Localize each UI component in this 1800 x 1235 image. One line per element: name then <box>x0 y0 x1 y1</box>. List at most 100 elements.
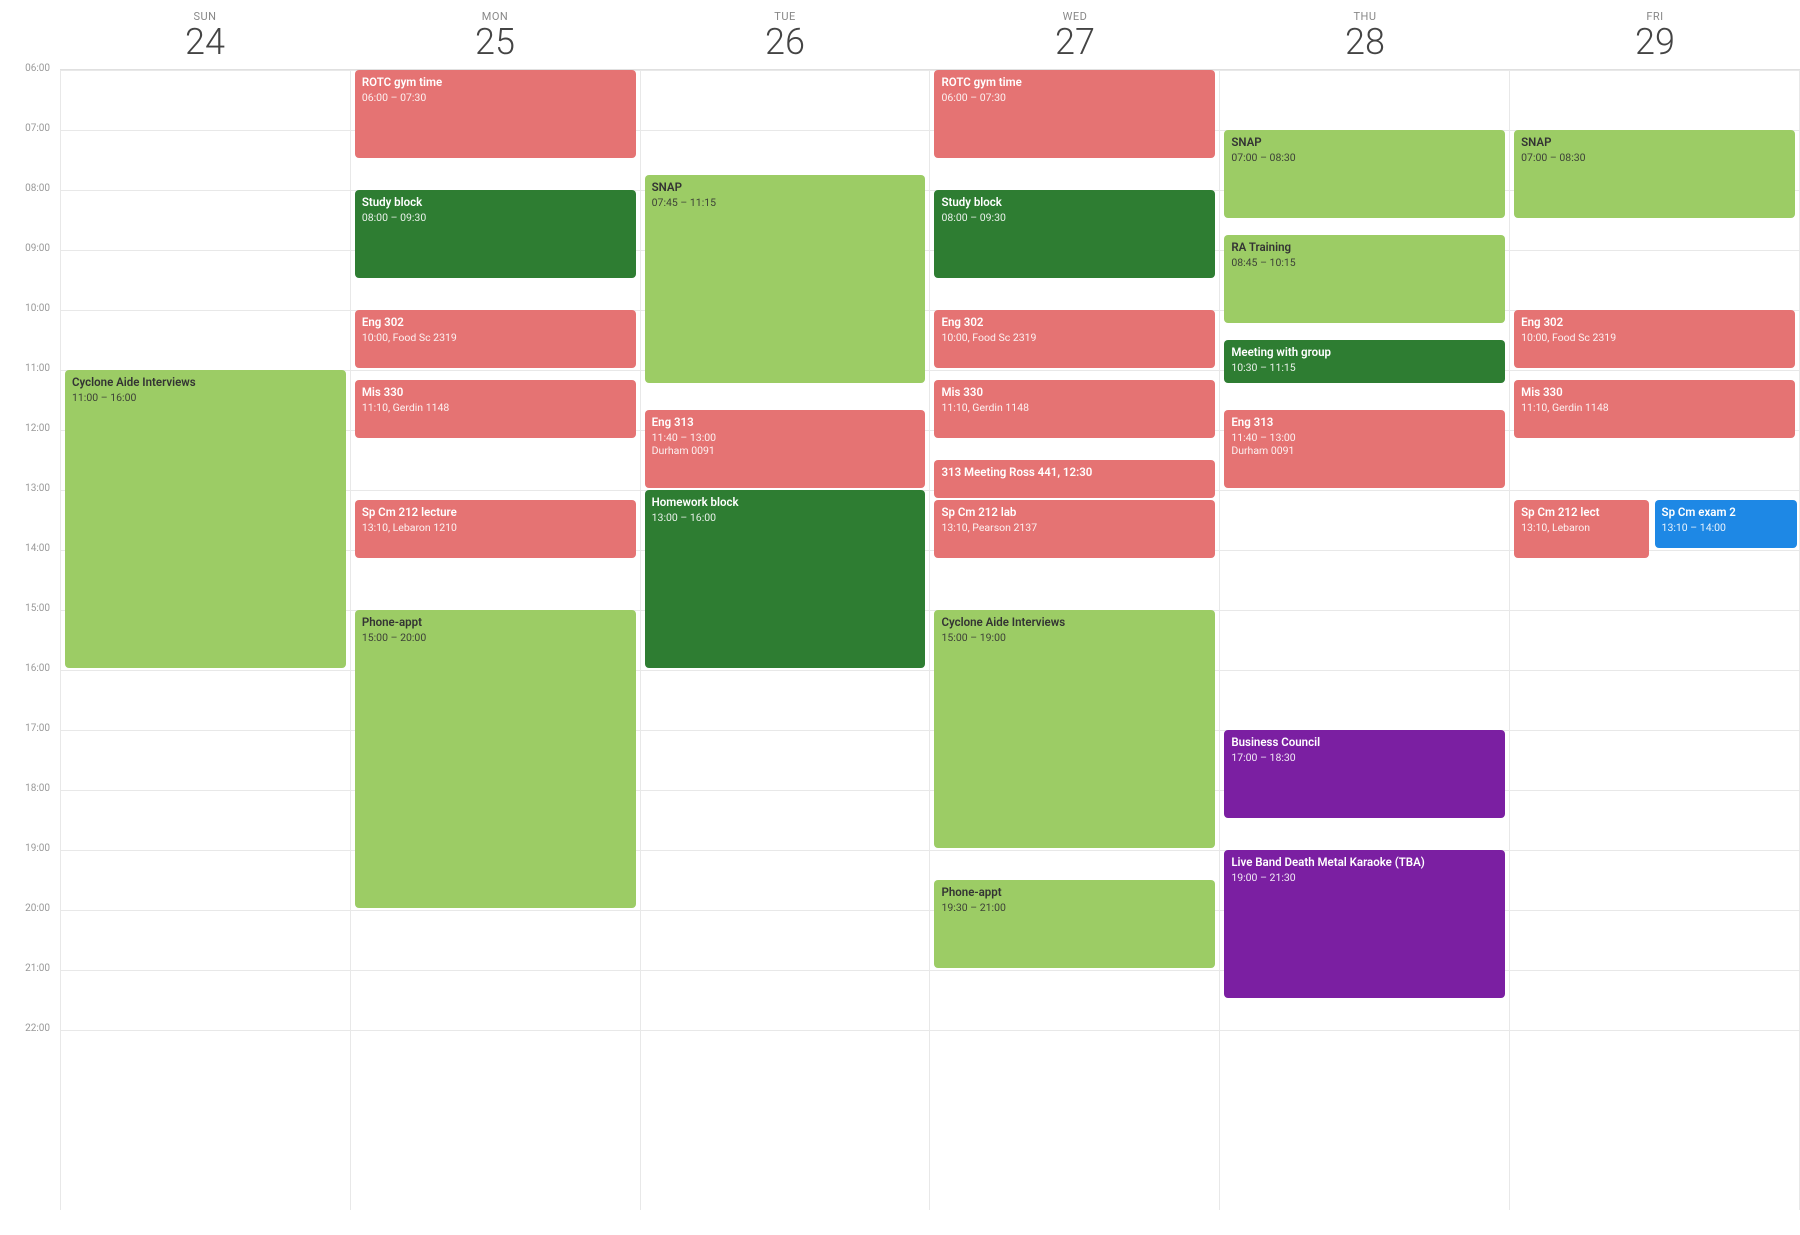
hour-line <box>61 1030 350 1031</box>
event-location: Durham 0091 <box>1231 444 1498 457</box>
event-thu-2[interactable]: Meeting with group10:30 – 11:15 <box>1224 340 1505 383</box>
event-time: 10:00, Food Sc 2319 <box>941 331 1208 344</box>
time-label-18: 18:00 <box>25 783 50 794</box>
event-title: Mis 330 <box>1521 385 1788 400</box>
event-time: 17:00 – 18:30 <box>1231 751 1498 764</box>
hour-line <box>1220 70 1509 71</box>
time-label-11: 11:00 <box>25 363 50 374</box>
event-wed-0[interactable]: ROTC gym time06:00 – 07:30 <box>934 70 1215 158</box>
time-label-9: 09:00 <box>25 243 50 254</box>
event-time: 08:00 – 09:30 <box>362 211 629 224</box>
hour-line <box>61 730 350 731</box>
hour-line <box>61 670 350 671</box>
event-thu-3[interactable]: Eng 31311:40 – 13:00Durham 0091 <box>1224 410 1505 488</box>
time-label-16: 16:00 <box>25 663 50 674</box>
event-mon-2[interactable]: Eng 30210:00, Food Sc 2319 <box>355 310 636 368</box>
event-mon-0[interactable]: ROTC gym time06:00 – 07:30 <box>355 70 636 158</box>
event-thu-4[interactable]: Business Council17:00 – 18:30 <box>1224 730 1505 818</box>
event-wed-7[interactable]: Phone-appt19:30 – 21:00 <box>934 880 1215 968</box>
event-thu-1[interactable]: RA Training08:45 – 10:15 <box>1224 235 1505 323</box>
event-time: 11:00 – 16:00 <box>72 391 339 404</box>
event-mon-3[interactable]: Mis 33011:10, Gerdin 1148 <box>355 380 636 438</box>
day-header-mon: MON 25 <box>350 0 640 69</box>
event-thu-0[interactable]: SNAP07:00 – 08:30 <box>1224 130 1505 218</box>
hour-line <box>1510 910 1799 911</box>
event-wed-5[interactable]: Sp Cm 212 lab13:10, Pearson 2137 <box>934 500 1215 558</box>
event-title: Eng 302 <box>362 315 629 330</box>
event-title: Phone-appt <box>941 885 1208 900</box>
hour-line <box>61 190 350 191</box>
event-title: Study block <box>362 195 629 210</box>
hour-line <box>641 670 930 671</box>
event-title: SNAP <box>1231 135 1498 150</box>
event-time: 08:45 – 10:15 <box>1231 256 1498 269</box>
event-mon-5[interactable]: Phone-appt15:00 – 20:00 <box>355 610 636 908</box>
event-title: SNAP <box>652 180 919 195</box>
event-tue-1[interactable]: Eng 31311:40 – 13:00Durham 0091 <box>645 410 926 488</box>
event-mon-1[interactable]: Study block08:00 – 09:30 <box>355 190 636 278</box>
hour-line <box>351 370 640 371</box>
event-tue-2[interactable]: Homework block13:00 – 16:00 <box>645 490 926 668</box>
event-wed-3[interactable]: Mis 33011:10, Gerdin 1148 <box>934 380 1215 438</box>
event-title: SNAP <box>1521 135 1788 150</box>
event-title: Eng 302 <box>941 315 1208 330</box>
event-time: 06:00 – 07:30 <box>362 91 629 104</box>
event-wed-6[interactable]: Cyclone Aide Interviews15:00 – 19:00 <box>934 610 1215 848</box>
hour-line <box>1510 790 1799 791</box>
event-title: Sp Cm 212 lecture <box>362 505 629 520</box>
event-title: ROTC gym time <box>941 75 1208 90</box>
hour-line <box>61 130 350 131</box>
time-label-19: 19:00 <box>25 843 50 854</box>
event-title: Business Council <box>1231 735 1498 750</box>
day-column-mon: ROTC gym time06:00 – 07:30 Study block08:… <box>351 70 641 1210</box>
event-time: 10:00, Food Sc 2319 <box>362 331 629 344</box>
event-mon-4[interactable]: Sp Cm 212 lecture13:10, Lebaron 1210 <box>355 500 636 558</box>
event-title: Cyclone Aide Interviews <box>941 615 1208 630</box>
event-location: Durham 0091 <box>652 444 919 457</box>
day-header-thu: THU 28 <box>1220 0 1510 69</box>
event-fri-3[interactable]: Sp Cm 212 lect13:10, Lebaron <box>1514 500 1649 558</box>
event-time: 15:00 – 20:00 <box>362 631 629 644</box>
event-wed-2[interactable]: Eng 30210:00, Food Sc 2319 <box>934 310 1215 368</box>
event-fri-1[interactable]: Eng 30210:00, Food Sc 2319 <box>1514 310 1795 368</box>
event-fri-4[interactable]: Sp Cm exam 213:10 – 14:00 <box>1655 500 1797 548</box>
hour-line <box>1510 370 1799 371</box>
event-time: 06:00 – 07:30 <box>941 91 1208 104</box>
hour-line <box>641 130 930 131</box>
event-time: 19:00 – 21:30 <box>1231 871 1498 884</box>
event-wed-4[interactable]: 313 Meeting Ross 441, 12:30 <box>934 460 1215 498</box>
time-label-22: 22:00 <box>25 1023 50 1034</box>
event-title: Eng 302 <box>1521 315 1788 330</box>
day-column-tue: SNAP07:45 – 11:15 Eng 31311:40 – 13:00Dur… <box>641 70 931 1210</box>
event-time: 11:40 – 13:00 <box>652 431 919 444</box>
event-title: RA Training <box>1231 240 1498 255</box>
hour-line <box>930 1030 1219 1031</box>
event-title: 313 Meeting Ross 441, 12:30 <box>941 465 1208 480</box>
hour-line <box>1510 970 1799 971</box>
hour-line <box>1510 490 1799 491</box>
hour-line <box>351 910 640 911</box>
event-fri-2[interactable]: Mis 33011:10, Gerdin 1148 <box>1514 380 1795 438</box>
event-time: 11:40 – 13:00 <box>1231 431 1498 444</box>
event-time: 13:00 – 16:00 <box>652 511 919 524</box>
event-title: Sp Cm 212 lab <box>941 505 1208 520</box>
event-title: Mis 330 <box>362 385 629 400</box>
event-fri-0[interactable]: SNAP07:00 – 08:30 <box>1514 130 1795 218</box>
event-thu-5[interactable]: Live Band Death Metal Karaoke (TBA)19:00… <box>1224 850 1505 998</box>
hour-line <box>641 730 930 731</box>
hour-line <box>61 310 350 311</box>
event-sun-0[interactable]: Cyclone Aide Interviews11:00 – 16:00 <box>65 370 346 668</box>
event-time: 13:10, Pearson 2137 <box>941 521 1208 534</box>
day-column-fri: SNAP07:00 – 08:30 Eng 30210:00, Food Sc 2… <box>1510 70 1800 1210</box>
hour-line <box>1510 730 1799 731</box>
event-title: Sp Cm exam 2 <box>1662 505 1790 520</box>
event-time: 07:45 – 11:15 <box>652 196 919 209</box>
event-tue-0[interactable]: SNAP07:45 – 11:15 <box>645 175 926 383</box>
hour-line <box>930 850 1219 851</box>
event-title: Eng 313 <box>1231 415 1498 430</box>
hour-line <box>1510 670 1799 671</box>
event-wed-1[interactable]: Study block08:00 – 09:30 <box>934 190 1215 278</box>
event-time: 15:00 – 19:00 <box>941 631 1208 644</box>
event-title: Live Band Death Metal Karaoke (TBA) <box>1231 855 1498 870</box>
time-label-13: 13:00 <box>25 483 50 494</box>
